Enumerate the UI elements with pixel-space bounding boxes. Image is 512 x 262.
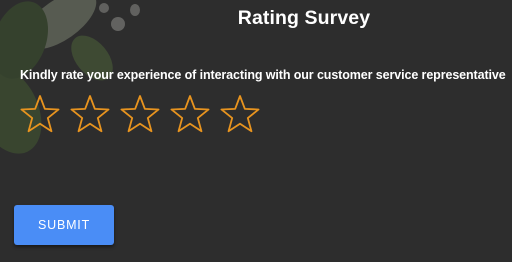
star-outline-shape bbox=[120, 95, 160, 133]
star-outline-shape bbox=[220, 95, 260, 133]
rating-question: Kindly rate your experience of interacti… bbox=[20, 68, 506, 82]
survey-page: Rating Survey Kindly rate your experienc… bbox=[0, 0, 512, 262]
star-outline-shape bbox=[70, 95, 110, 133]
submit-button[interactable]: SUBMIT bbox=[14, 205, 114, 245]
page-title: Rating Survey bbox=[237, 7, 371, 29]
star-3-icon[interactable] bbox=[119, 93, 161, 135]
star-5-icon[interactable] bbox=[219, 93, 261, 135]
star-4-icon[interactable] bbox=[169, 93, 211, 135]
star-rating bbox=[19, 93, 261, 135]
star-1-icon[interactable] bbox=[19, 93, 61, 135]
star-outline-shape bbox=[170, 95, 210, 133]
star-2-icon[interactable] bbox=[69, 93, 111, 135]
star-outline-shape bbox=[20, 95, 60, 133]
